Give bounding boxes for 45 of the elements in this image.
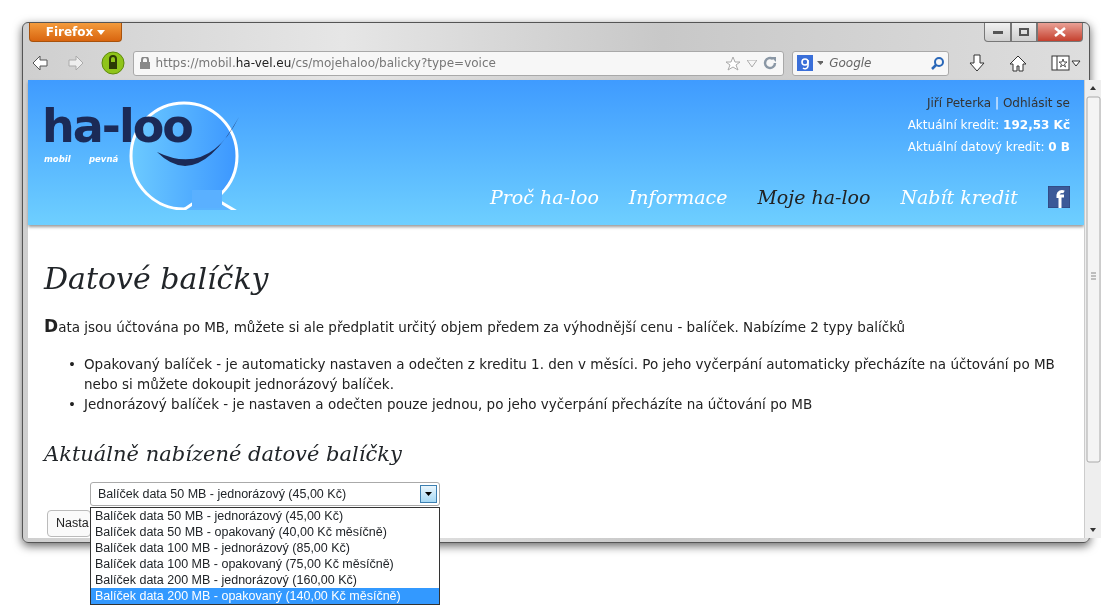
scrollbar[interactable]	[1084, 80, 1101, 538]
search-engine-icon[interactable]	[797, 55, 813, 71]
bullet-marker: •	[68, 394, 76, 414]
dropdown-option[interactable]: Balíček data 200 MB - jednorázový (160,00 Kč)	[91, 571, 439, 588]
credit-text: Aktuální datový kredit: 0 B	[907, 139, 1070, 156]
credit-text: Aktuální kredit: 192,53 Kč	[907, 117, 1070, 134]
back-icon[interactable]	[31, 55, 49, 71]
bullet-text: Jednorázový balíček - je nastaven a odečten pouze jednou, po jeho vyčerpání přecházíte na účtování po MB	[83, 394, 813, 414]
lock-icon[interactable]	[100, 51, 125, 75]
dropdown-option[interactable]: Balíček data 100 MB - jednorázový (85,00 Kč)	[91, 539, 439, 556]
star-icon[interactable]	[725, 55, 742, 71]
nav-link[interactable]: Moje ha-loo	[757, 186, 871, 208]
section-title: Aktuálně nabízené datové balíčky	[44, 441, 403, 466]
intro-text: Data jsou účtována po MB, můžete si ale předplatit určitý objem předem za výhodnější cenu - balíček. Nabízíme 2 typy balíčků	[44, 315, 907, 338]
page-title: Datové balíčky	[44, 261, 270, 296]
maximize-button[interactable]	[1011, 23, 1037, 42]
bookmarks-icon[interactable]	[1051, 55, 1081, 71]
facebook-icon[interactable]	[1048, 186, 1070, 208]
minimize-button[interactable]	[984, 23, 1011, 42]
address-bar[interactable]: https://mobil.ha-vel.eu/cs/mojehaloo/balicky?type=voice	[132, 50, 785, 76]
package-select[interactable]: Balíček data 50 MB - jednorázový (45,00 Kč)	[90, 481, 440, 506]
search-icon[interactable]	[931, 56, 945, 70]
logout-link[interactable]: Odhlásit se	[1002, 96, 1070, 110]
separator: |	[995, 96, 1000, 110]
dropdown-option[interactable]: Balíček data 50 MB - opakovaný (40,00 Kč měsíčně)	[91, 523, 439, 540]
user-name-link[interactable]: Jiří Peterka	[926, 96, 992, 110]
lock-icon	[139, 57, 150, 69]
search-field[interactable]: Google	[827, 55, 928, 71]
maximize-icon	[1019, 28, 1029, 36]
set-button[interactable]: Nasta	[47, 509, 91, 537]
dropdown-option[interactable]: Balíček data 50 MB - jednorázový (45,00 Kč)	[91, 507, 439, 524]
caret-icon	[97, 29, 106, 35]
download-icon[interactable]	[969, 54, 986, 72]
close-button[interactable]	[1037, 23, 1083, 42]
minimize-icon	[992, 30, 1003, 34]
caret-icon	[425, 491, 432, 496]
bullet-marker: •	[68, 354, 76, 374]
bullet-text: Opakovaný balíček - je automaticky nastaven a odečten z kreditu 1. den v měsíci. Po jeho vyčerpání automaticky přecházíte na účtování po MB nebo si můžete dokoupit jednorázový balíček.	[83, 354, 1056, 394]
reload-icon[interactable]	[763, 56, 778, 70]
home-icon[interactable]	[1009, 54, 1028, 72]
dropdown-option[interactable]: Balíček data 100 MB - opakovaný (75,00 Kč měsíčně)	[91, 555, 439, 572]
url-text: https://mobil.ha-vel.eu/cs/mojehaloo/balicky?type=voice	[155, 56, 496, 70]
caret-icon	[816, 61, 824, 65]
search-bar[interactable]: Google	[792, 50, 950, 76]
close-icon	[1054, 27, 1066, 37]
